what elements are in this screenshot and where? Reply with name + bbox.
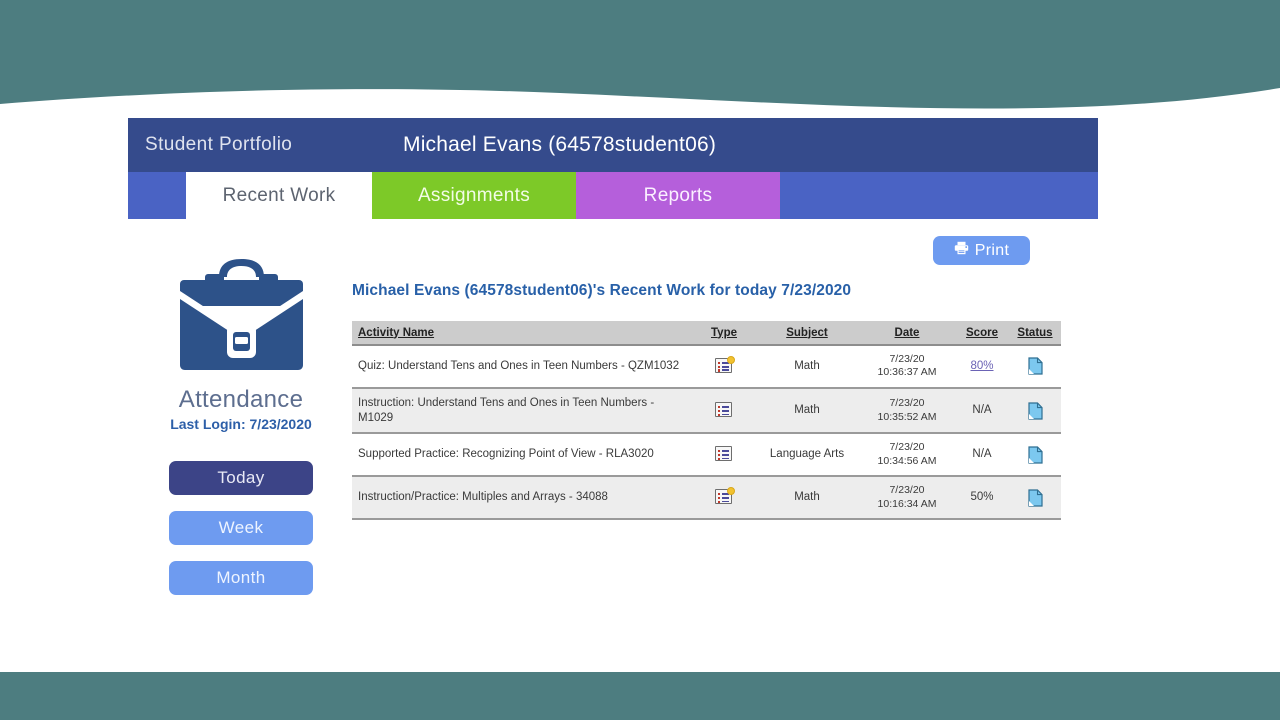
cell-date: 7/23/20 10:34:56 AM — [877, 441, 937, 467]
table-header-row: Activity Name Type Subject Date Score St… — [352, 321, 1061, 346]
column-header-score[interactable]: Score — [955, 321, 1009, 346]
cell-date: 7/23/20 10:16:34 AM — [877, 484, 937, 510]
cell-type — [693, 476, 755, 519]
range-button-week[interactable]: Week — [169, 511, 313, 545]
portfolio-panel: Student Portfolio Michael Evans (64578st… — [128, 118, 1098, 219]
table-header: Activity Name Type Subject Date Score St… — [352, 321, 1061, 346]
cell-type — [693, 345, 755, 388]
table-row[interactable]: Instruction: Understand Tens and Ones in… — [352, 387, 1061, 434]
document-icon[interactable] — [1027, 401, 1043, 420]
column-header-activity-name-label: Activity Name — [358, 326, 435, 339]
table-body: Quiz: Understand Tens and Ones in Teen N… — [352, 345, 1061, 520]
portfolio-title: Student Portfolio — [145, 134, 293, 155]
last-login-text: Last Login: 7/23/2020 — [170, 416, 312, 432]
tab-reports[interactable]: Reports — [576, 172, 780, 219]
table-row[interactable]: Quiz: Understand Tens and Ones in Teen N… — [352, 345, 1061, 388]
cell-score: 50% — [970, 491, 994, 504]
cell-status — [1009, 388, 1061, 433]
cell-score: N/A — [972, 404, 992, 417]
cell-activity-name: Instruction/Practice: Multiples and Arra… — [358, 491, 608, 504]
report-title: Michael Evans (64578student06)'s Recent … — [352, 282, 852, 299]
app-root: Student Portfolio Michael Evans (64578st… — [0, 0, 1280, 720]
cell-activity-name: Supported Practice: Recognizing Point of… — [358, 448, 654, 461]
column-header-type[interactable]: Type — [693, 321, 755, 346]
portfolio-tabbar: Recent Work Assignments Reports — [128, 172, 1098, 219]
range-button-group: Today Week Month — [136, 461, 346, 595]
tab-assignments[interactable]: Assignments — [372, 172, 576, 219]
column-header-type-label: Type — [711, 326, 737, 339]
column-header-date[interactable]: Date — [859, 321, 955, 346]
content-area: Attendance Last Login: 7/23/2020 Today W… — [128, 228, 1098, 658]
quiz-badge-icon — [714, 487, 735, 506]
cell-score: N/A — [972, 448, 992, 461]
cell-type — [693, 388, 755, 433]
instruction-icon — [714, 446, 734, 463]
cell-date: 7/23/20 10:35:52 AM — [877, 397, 937, 423]
bottom-decorative-band — [0, 672, 1280, 720]
column-header-activity-name[interactable]: Activity Name — [352, 321, 693, 346]
cell-type — [693, 433, 755, 476]
column-header-status-label: Status — [1017, 326, 1053, 339]
print-button[interactable]: Print — [933, 236, 1030, 265]
document-icon[interactable] — [1027, 446, 1043, 464]
attendance-label: Attendance — [178, 386, 304, 413]
recent-work-table-wrapper: Activity Name Type Subject Date Score St… — [352, 321, 1061, 520]
tabbar-left-spacer — [128, 172, 186, 219]
cell-subject: Language Arts — [769, 448, 845, 461]
briefcase-icon — [169, 253, 314, 375]
document-icon[interactable] — [1027, 489, 1043, 507]
cell-activity-name: Quiz: Understand Tens and Ones in Teen N… — [358, 360, 680, 373]
portfolio-header: Student Portfolio Michael Evans (64578st… — [128, 118, 1098, 172]
attendance-sidebar: Attendance Last Login: 7/23/2020 Today W… — [136, 253, 346, 611]
instruction-icon — [714, 402, 734, 419]
print-button-label: Print — [974, 241, 1010, 259]
cell-score[interactable]: 80% — [955, 345, 1009, 388]
column-header-subject[interactable]: Subject — [755, 321, 859, 346]
top-decorative-wave — [0, 0, 1280, 120]
cell-subject: Math — [794, 360, 820, 373]
table-row[interactable]: Supported Practice: Recognizing Point of… — [352, 433, 1061, 477]
printer-icon — [954, 241, 969, 260]
cell-date: 7/23/20 10:36:37 AM — [877, 353, 937, 379]
column-header-date-label: Date — [894, 326, 920, 339]
cell-subject: Math — [794, 404, 820, 417]
table-row[interactable]: Instruction/Practice: Multiples and Arra… — [352, 476, 1061, 520]
column-header-score-label: Score — [966, 326, 998, 339]
cell-status — [1009, 433, 1061, 476]
recent-work-table: Activity Name Type Subject Date Score St… — [352, 321, 1061, 520]
range-button-month[interactable]: Month — [169, 561, 313, 595]
range-button-today[interactable]: Today — [169, 461, 313, 495]
cell-subject: Math — [794, 491, 820, 504]
column-header-status[interactable]: Status — [1009, 321, 1061, 346]
cell-activity-name: Instruction: Understand Tens and Ones in… — [358, 396, 655, 424]
tab-recent-work[interactable]: Recent Work — [186, 172, 372, 219]
document-icon[interactable] — [1027, 357, 1043, 376]
column-header-subject-label: Subject — [786, 326, 828, 339]
quiz-badge-icon — [714, 355, 735, 375]
student-name: Michael Evans (64578student06) — [403, 133, 717, 156]
cell-status — [1009, 476, 1061, 519]
cell-status — [1009, 345, 1061, 388]
score-link[interactable]: 80% — [970, 360, 993, 372]
